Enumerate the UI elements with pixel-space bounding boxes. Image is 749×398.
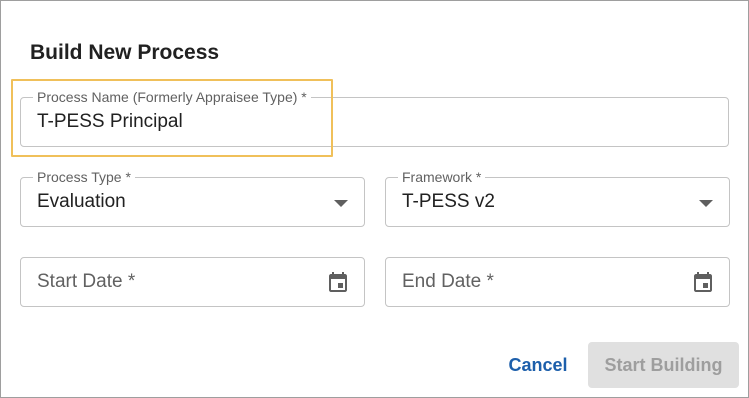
process-type-select[interactable]: Process Type * Evaluation bbox=[20, 169, 365, 227]
process-name-highlight bbox=[11, 79, 333, 157]
end-date-field[interactable]: End Date * bbox=[385, 257, 730, 307]
start-date-field[interactable]: Start Date * bbox=[20, 257, 365, 307]
chevron-down-icon[interactable] bbox=[699, 200, 713, 207]
start-building-button[interactable]: Start Building bbox=[588, 342, 739, 388]
calendar-icon[interactable] bbox=[691, 270, 715, 294]
calendar-icon[interactable] bbox=[326, 270, 350, 294]
start-date-placeholder: Start Date * bbox=[37, 271, 136, 292]
framework-select[interactable]: Framework * T-PESS v2 bbox=[385, 169, 730, 227]
chevron-down-icon[interactable] bbox=[334, 200, 348, 207]
end-date-placeholder: End Date * bbox=[402, 271, 494, 292]
process-type-value: Evaluation bbox=[37, 191, 126, 212]
framework-value: T-PESS v2 bbox=[402, 191, 495, 212]
dialog-title: Build New Process bbox=[30, 41, 220, 64]
framework-label: Framework * bbox=[398, 169, 486, 185]
cancel-button[interactable]: Cancel bbox=[501, 344, 575, 386]
process-type-label: Process Type * bbox=[33, 169, 135, 185]
build-process-dialog: Build New Process Process Name (Formerly… bbox=[0, 0, 749, 398]
